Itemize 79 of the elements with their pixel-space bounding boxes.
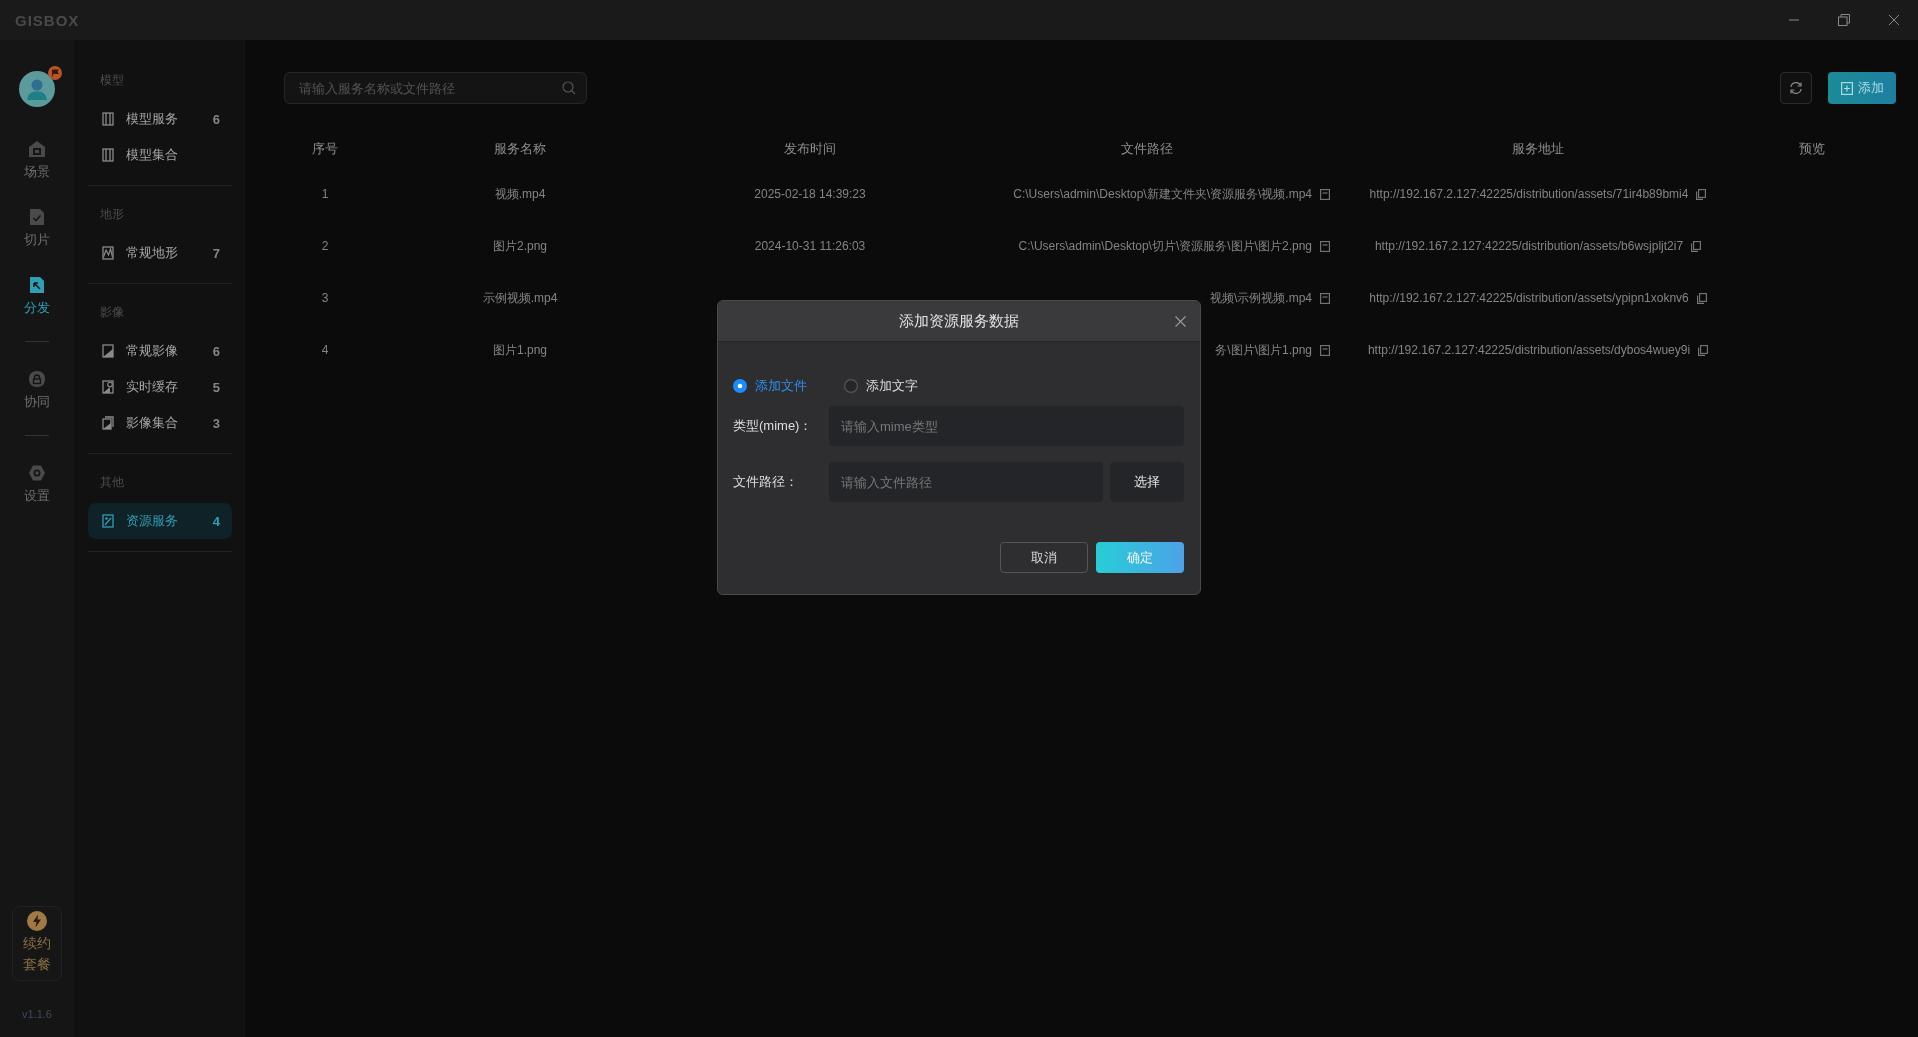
choose-button[interactable]: 选择 bbox=[1110, 462, 1184, 502]
rail-item[interactable]: 切片 bbox=[24, 208, 50, 249]
rail-item[interactable]: 协同 bbox=[24, 370, 50, 411]
sidebar-item[interactable]: 资源服务 4 bbox=[88, 503, 232, 539]
sidebar-item[interactable]: 实时缓存 5 bbox=[88, 369, 232, 405]
table-cell-text: 视频.mp4 bbox=[493, 185, 547, 203]
columns-icon bbox=[102, 112, 114, 126]
document-check-icon bbox=[28, 208, 46, 226]
column-header: 文件路径 bbox=[1120, 140, 1174, 158]
cancel-button[interactable]: 取消 bbox=[1000, 542, 1088, 573]
rail-item[interactable]: 分发 bbox=[24, 276, 50, 317]
table-cell-text: 图片2.png bbox=[492, 237, 548, 255]
close-icon[interactable] bbox=[1175, 315, 1186, 327]
table-cell-text: 图片1.png bbox=[492, 341, 548, 359]
file-path-text: C:\Users\admin\Desktop\新建文件夹\资源服务\视频.mp4 bbox=[1013, 185, 1312, 203]
radio-option[interactable]: 添加文字 bbox=[844, 377, 918, 395]
table-cell-text: 1 bbox=[320, 187, 330, 201]
columns-icon bbox=[102, 148, 114, 162]
radio-option[interactable]: 添加文件 bbox=[733, 377, 807, 395]
document-icon[interactable] bbox=[1320, 188, 1330, 200]
table-cell-text: 2024-10-31 11:26:03 bbox=[753, 239, 867, 253]
image-clock-icon bbox=[102, 380, 114, 394]
table-cell-text: 4 bbox=[320, 343, 330, 357]
file-path-text: 视频\示例视频.mp4 bbox=[1210, 289, 1312, 307]
refresh-button[interactable] bbox=[1780, 72, 1812, 104]
mountain-icon bbox=[102, 246, 114, 260]
document-icon[interactable] bbox=[1320, 240, 1330, 252]
url-text: http://192.167.2.127:42225/distribution/assets/dybos4wuey9i bbox=[1367, 343, 1691, 357]
table-cell-text: 2 bbox=[320, 239, 330, 253]
input-field[interactable]: 请输入文件路径 bbox=[829, 462, 1103, 502]
image-icon bbox=[102, 344, 114, 358]
image-stack-icon bbox=[102, 416, 114, 430]
copy-icon[interactable] bbox=[1691, 240, 1702, 252]
close-icon[interactable] bbox=[1888, 14, 1900, 26]
image-frame-icon bbox=[102, 514, 114, 528]
sidebar-item[interactable]: 常规地形 7 bbox=[88, 235, 232, 271]
rail-item[interactable]: 场景 bbox=[24, 140, 50, 181]
table-cell-text: 3 bbox=[320, 291, 330, 305]
column-header: 预览 bbox=[1798, 140, 1826, 158]
document-icon[interactable] bbox=[1320, 344, 1330, 356]
table-cell-text: 示例视频.mp4 bbox=[481, 289, 559, 307]
radio-icon[interactable] bbox=[844, 379, 858, 393]
url-text: http://192.167.2.127:42225/distribution/assets/b6wsjpljt2i7 bbox=[1374, 239, 1684, 253]
table-cell-text: 2025-02-18 14:39:23 bbox=[753, 187, 867, 201]
plus-document-icon bbox=[1840, 81, 1853, 95]
sidebar-item[interactable]: 常规影像 6 bbox=[88, 333, 232, 369]
restore-icon[interactable] bbox=[1838, 14, 1850, 26]
field-label: 类型(mime)： bbox=[733, 417, 814, 435]
file-path-text: C:\Users\admin\Desktop\切片\资源服务\图片\图片2.png bbox=[1018, 237, 1312, 255]
copy-icon[interactable] bbox=[1696, 292, 1707, 304]
lightning-icon bbox=[27, 911, 47, 931]
document-icon[interactable] bbox=[1320, 292, 1330, 304]
input-field[interactable]: 请输入mime类型 bbox=[829, 406, 1184, 446]
column-header: 序号 bbox=[311, 140, 339, 158]
renew-card[interactable]: 续约套餐 bbox=[12, 906, 62, 981]
flag-badge-icon bbox=[48, 66, 62, 80]
settings-icon bbox=[28, 464, 46, 482]
url-text: http://192.167.2.127:42225/distribution/assets/71ir4b89bmi4 bbox=[1369, 187, 1689, 201]
sidebar-item[interactable]: 模型服务 6 bbox=[88, 101, 232, 137]
copy-icon[interactable] bbox=[1696, 188, 1707, 200]
house-icon bbox=[28, 140, 46, 158]
field-label: 文件路径： bbox=[733, 473, 799, 491]
sidebar-item[interactable]: 模型集合 bbox=[88, 137, 232, 173]
file-path-text: 务\图片\图片1.png bbox=[1215, 341, 1312, 359]
dialog-title: 添加资源服务数据 bbox=[899, 311, 1019, 331]
search-icon[interactable] bbox=[562, 81, 576, 95]
document-arrow-icon bbox=[28, 276, 46, 294]
avatar-icon[interactable] bbox=[19, 71, 55, 107]
column-header: 服务地址 bbox=[1511, 140, 1565, 158]
url-text: http://192.167.2.127:42225/distribution/assets/ypipn1xoknv6 bbox=[1369, 291, 1689, 305]
radio-icon[interactable] bbox=[733, 379, 747, 393]
rail-item[interactable]: 设置 bbox=[24, 464, 50, 505]
column-header: 发布时间 bbox=[783, 140, 837, 158]
refresh-icon bbox=[1789, 81, 1803, 95]
copy-icon[interactable] bbox=[1698, 344, 1709, 356]
version-text: v1.1.6 bbox=[22, 1007, 52, 1022]
column-header: 服务名称 bbox=[493, 140, 547, 158]
lock-icon bbox=[28, 370, 46, 388]
sidebar-item[interactable]: 影像集合 3 bbox=[88, 405, 232, 441]
